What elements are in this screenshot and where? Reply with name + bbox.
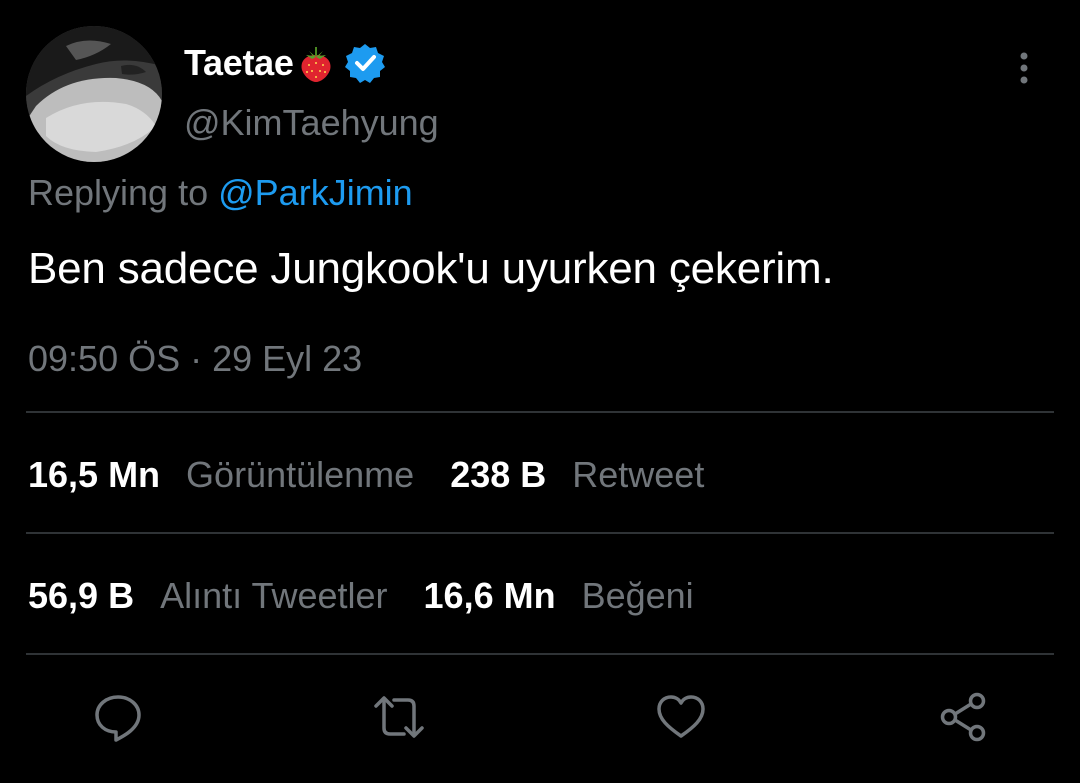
replying-to-mention[interactable]: @ParkJimin — [218, 172, 413, 213]
quotes-count[interactable]: 56,9 B — [28, 575, 134, 617]
tweet-text: Ben sadece Jungkook'u uyurken çekerim. — [28, 244, 834, 293]
heart-icon — [657, 695, 705, 738]
divider — [26, 411, 1054, 413]
views-count: 16,5 Mn — [28, 454, 161, 495]
likes-count[interactable]: 16,6 Mn — [424, 575, 556, 617]
reply-button[interactable] — [91, 690, 145, 744]
tweet-timestamp[interactable]: 09:50 ÖS · 29 Eyl 23 — [28, 338, 362, 380]
display-name[interactable]: Taetae — [184, 42, 294, 84]
views-label: Görüntülenme — [186, 454, 415, 495]
quotes-label[interactable]: Alıntı Tweetler — [160, 575, 387, 617]
replying-to-line: Replying to @ParkJimin — [28, 172, 413, 214]
divider — [26, 653, 1054, 655]
retweet-button[interactable] — [372, 690, 426, 744]
likes-label[interactable]: Beğeni — [582, 575, 694, 617]
author-name-row: Taetae — [184, 40, 386, 86]
more-options-button[interactable] — [1010, 48, 1038, 88]
like-button[interactable] — [654, 690, 708, 744]
avatar-image — [26, 26, 162, 162]
share-icon — [940, 692, 986, 742]
divider — [26, 532, 1054, 534]
retweet-icon — [374, 696, 424, 738]
more-vertical-icon — [1020, 52, 1028, 84]
stats-row-views-retweets: 16,5 Mn Görüntülenme 238 B Retweet — [28, 454, 740, 496]
retweets-label[interactable]: Retweet — [572, 454, 704, 496]
strawberry-emoji-icon — [301, 47, 331, 82]
reply-icon — [95, 695, 141, 742]
stats-row-quotes-likes: 56,9 B Alıntı Tweetler 16,6 Mn Beğeni — [28, 575, 730, 617]
author-handle[interactable]: @KimTaehyung — [184, 102, 439, 144]
share-button[interactable] — [936, 690, 990, 744]
avatar[interactable] — [26, 26, 162, 162]
verified-badge-icon[interactable] — [344, 42, 386, 84]
replying-prefix: Replying to — [28, 172, 209, 213]
retweets-count[interactable]: 238 B — [450, 454, 546, 496]
